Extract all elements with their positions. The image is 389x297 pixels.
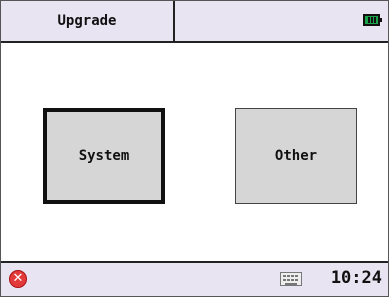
title-bar: Upgrade	[1, 1, 388, 43]
status-bar: ✕ 10:24	[1, 261, 388, 296]
battery-bar	[371, 17, 373, 23]
other-button[interactable]: Other	[235, 108, 357, 204]
main-content: System Other	[1, 43, 388, 261]
clock: 10:24	[330, 268, 382, 288]
battery-bar	[368, 17, 370, 23]
keyboard-icon[interactable]	[280, 272, 302, 286]
battery-full-icon	[363, 14, 382, 26]
device-screen: Upgrade System Other ✕ 10:24	[0, 0, 389, 297]
page-title: Upgrade	[1, 1, 175, 41]
close-icon[interactable]: ✕	[9, 270, 27, 288]
battery-bar	[374, 17, 376, 23]
system-button[interactable]: System	[43, 108, 165, 204]
